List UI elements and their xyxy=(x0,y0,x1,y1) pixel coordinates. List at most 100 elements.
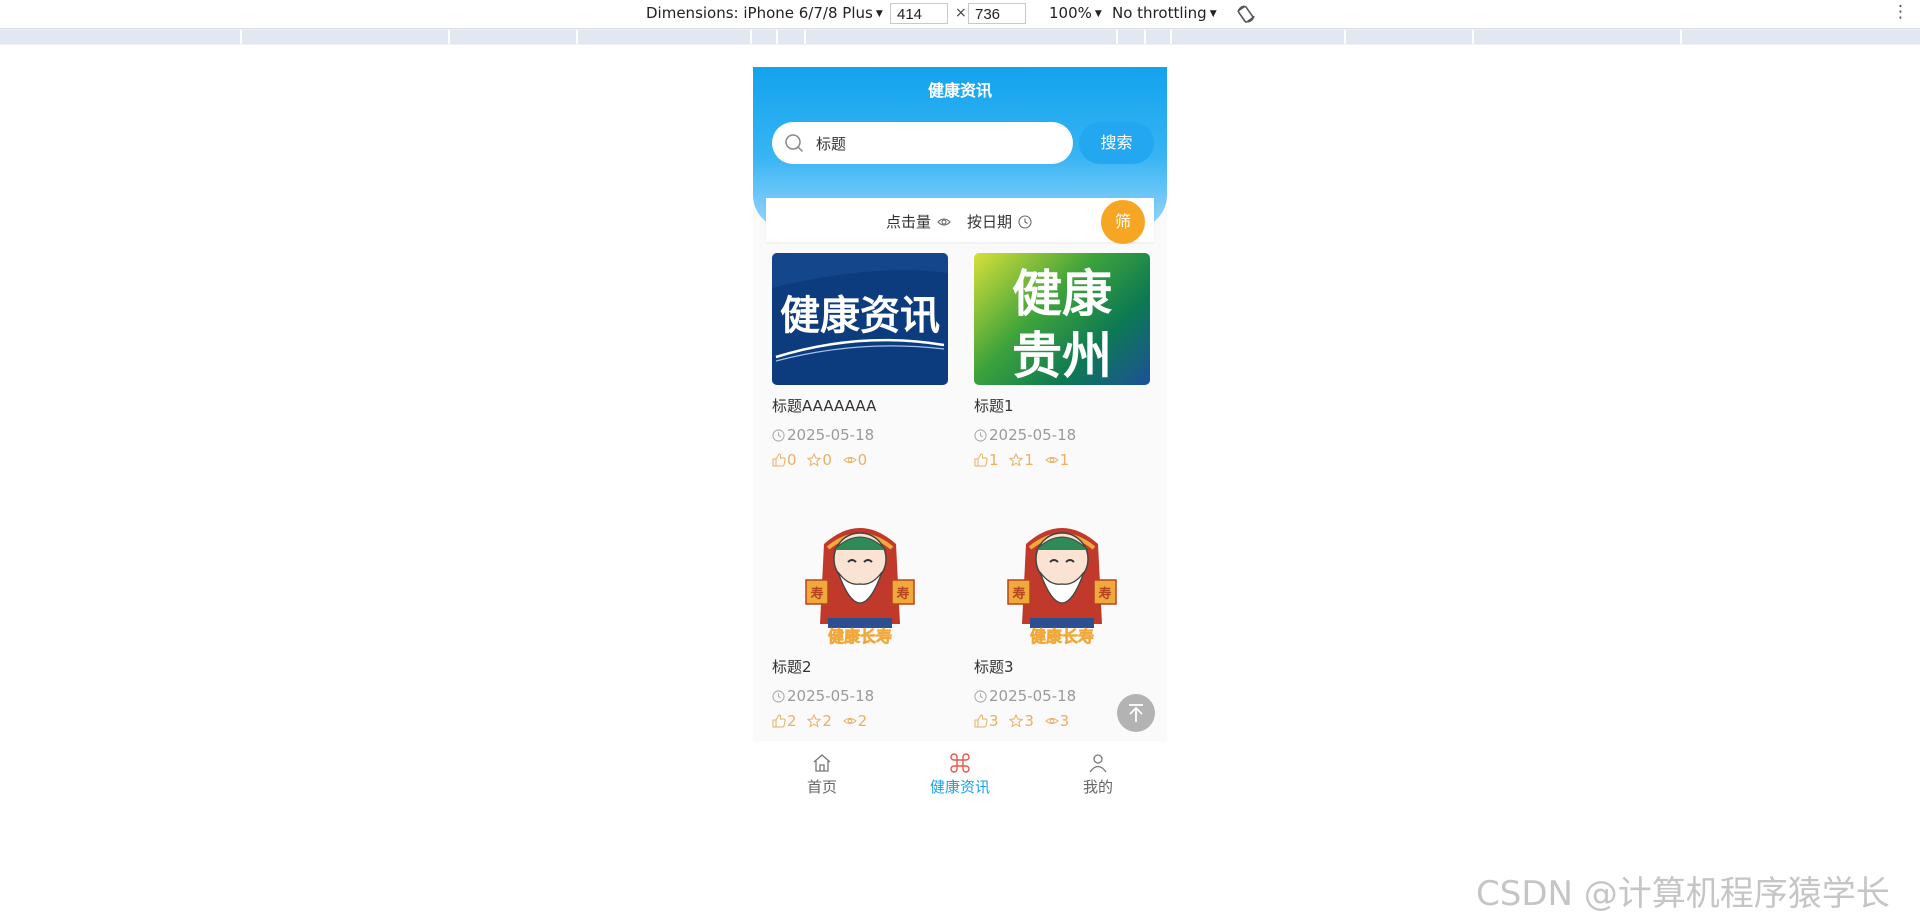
watermark: CSDN @计算机程序猿学长 xyxy=(1476,874,1890,914)
favorite-count: 1 xyxy=(1024,451,1034,469)
search-icon xyxy=(785,134,804,153)
card-title: 标题1 xyxy=(974,397,1014,415)
longevity-god-image: 寿 寿 健康长寿 xyxy=(772,514,948,646)
card-date: 2025-05-18 xyxy=(787,426,875,444)
thumbs-up-icon xyxy=(974,714,988,728)
thumbs-up-icon xyxy=(772,714,786,728)
card-date-row: 2025-05-18 xyxy=(772,687,874,705)
health-news-graphic: 健康资讯 xyxy=(772,253,948,362)
card-date: 2025-05-18 xyxy=(989,426,1077,444)
throttle-label: No throttling xyxy=(1112,4,1207,22)
tab-health-news[interactable]: 健康资讯 xyxy=(891,741,1029,803)
command-icon xyxy=(950,753,970,773)
clock-icon xyxy=(772,429,785,442)
favorite-count: 0 xyxy=(822,451,832,469)
rotate-icon[interactable] xyxy=(1235,3,1257,25)
longevity-god-illustration: 寿 寿 健康长寿 xyxy=(1007,528,1117,646)
longevity-god-image: 寿 寿 健康长寿 xyxy=(974,514,1150,646)
search-box[interactable] xyxy=(772,122,1073,164)
sort-by-date[interactable]: 按日期 xyxy=(967,211,1032,232)
star-icon xyxy=(1009,452,1024,467)
clock-icon xyxy=(1018,215,1032,229)
card-date-row: 2025-05-18 xyxy=(772,426,874,444)
tab-profile[interactable]: 我的 xyxy=(1029,741,1167,803)
card-date: 2025-05-18 xyxy=(989,687,1077,705)
favorite-count: 3 xyxy=(1024,712,1034,730)
svg-text:寿: 寿 xyxy=(810,586,823,602)
tab-health-news-label: 健康资讯 xyxy=(929,778,990,796)
favorite-count: 2 xyxy=(822,712,832,730)
sort-by-clicks-label: 点击量 xyxy=(886,213,932,231)
card-title: 标题3 xyxy=(974,658,1014,676)
more-options-icon[interactable]: ⋮ xyxy=(1892,2,1909,22)
viewport-width-input[interactable] xyxy=(890,3,948,24)
filter-button[interactable]: 筛 xyxy=(1101,200,1145,244)
view-count: 2 xyxy=(857,712,868,730)
throttle-select[interactable]: No throttling ▼ xyxy=(1112,4,1217,22)
sort-by-date-label: 按日期 xyxy=(967,213,1013,231)
device-select[interactable]: Dimensions: iPhone 6/7/8 Plus ▼ xyxy=(646,4,883,22)
eye-icon xyxy=(1044,457,1059,463)
card-date-row: 2025-05-18 xyxy=(974,687,1076,705)
card-date: 2025-05-18 xyxy=(787,687,875,705)
svg-text:寿: 寿 xyxy=(896,586,909,602)
arrow-up-icon xyxy=(1129,704,1143,722)
thumbs-up-icon xyxy=(772,453,786,467)
clock-icon xyxy=(772,690,785,703)
star-icon xyxy=(807,713,822,728)
page-title: 健康资讯 xyxy=(927,81,992,100)
device-label: Dimensions: iPhone 6/7/8 Plus xyxy=(646,4,873,22)
devtools-device-toolbar: Dimensions: iPhone 6/7/8 Plus▼ × 100%▼ N… xyxy=(0,0,1920,29)
eye-icon xyxy=(1044,718,1059,724)
user-icon xyxy=(1089,754,1107,773)
card-stats: 2 2 2 xyxy=(772,712,873,730)
viewport-height-input[interactable] xyxy=(968,3,1026,24)
zoom-label: 100% xyxy=(1049,4,1092,22)
health-news-image: 健康资讯 xyxy=(772,253,948,385)
star-icon xyxy=(807,452,822,467)
sort-by-clicks[interactable]: 点击量 xyxy=(886,211,951,232)
view-count: 3 xyxy=(1059,712,1070,730)
tab-profile-label: 我的 xyxy=(1082,778,1113,796)
image-caption: 健康长寿 xyxy=(1030,627,1094,646)
media-query-ruler xyxy=(0,29,1920,45)
longevity-god-illustration: 寿 寿 健康长寿 xyxy=(805,528,915,646)
card-title: 标题AAAAAAA xyxy=(772,397,877,415)
home-icon xyxy=(813,754,831,772)
like-count: 3 xyxy=(989,712,999,730)
like-count: 2 xyxy=(787,712,797,730)
back-to-top-button[interactable] xyxy=(1117,694,1155,732)
svg-text:寿: 寿 xyxy=(1012,586,1025,602)
dimension-separator: × xyxy=(955,5,967,21)
chevron-down-icon: ▼ xyxy=(875,9,883,19)
eye-icon xyxy=(842,457,857,463)
card-stats: 3 3 3 xyxy=(974,712,1075,730)
like-count: 0 xyxy=(787,451,797,469)
tab-home-label: 首页 xyxy=(806,778,837,796)
search-button[interactable]: 搜索 xyxy=(1079,122,1154,164)
tab-home[interactable]: 首页 xyxy=(753,741,891,803)
card-stats: 0 0 0 xyxy=(772,451,873,469)
thumbs-up-icon xyxy=(974,453,988,467)
image-caption: 健康长寿 xyxy=(828,627,892,646)
eye-icon xyxy=(842,718,857,724)
search-input[interactable] xyxy=(816,130,1056,156)
star-icon xyxy=(1009,713,1024,728)
svg-text:寿: 寿 xyxy=(1098,586,1111,602)
mobile-viewport: 健康资讯 搜索 点击量 按日期 筛 xyxy=(753,67,1167,803)
card-stats: 1 1 1 xyxy=(974,451,1075,469)
view-count: 1 xyxy=(1059,451,1070,469)
chevron-down-icon: ▼ xyxy=(1094,9,1102,19)
card-title: 标题2 xyxy=(772,658,812,676)
zoom-select[interactable]: 100% ▼ xyxy=(1049,4,1102,22)
image-caption-line2: 贵州 xyxy=(1012,327,1112,385)
card-date-row: 2025-05-18 xyxy=(974,426,1076,444)
like-count: 1 xyxy=(989,451,999,469)
healthy-guizhou-image: 健康 贵州 xyxy=(974,253,1150,385)
bottom-tab-bar: 首页 健康资讯 我的 xyxy=(753,741,1167,803)
clock-icon xyxy=(974,429,987,442)
eye-icon xyxy=(937,218,951,226)
view-count: 0 xyxy=(857,451,868,469)
clock-icon xyxy=(974,690,987,703)
sort-bar: 点击量 按日期 xyxy=(766,198,1154,242)
